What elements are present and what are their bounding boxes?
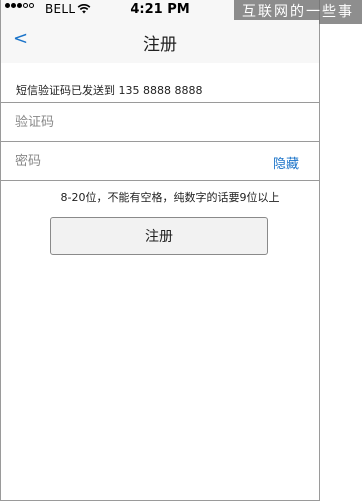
phone-screen: BELL 4:21 PM 互联网的一些事 < 注册 短信验证码已发送到 135 …: [0, 0, 362, 501]
frame-right-border: [319, 0, 320, 501]
verification-code-row: [1, 103, 319, 141]
password-row: 隐藏: [1, 142, 319, 180]
password-rule-hint: 8-20位，不能有空格，纯数字的话要9位以上: [60, 191, 280, 204]
verification-code-input[interactable]: [15, 103, 255, 141]
page-title: 注册: [143, 35, 177, 55]
password-input[interactable]: [15, 142, 255, 180]
hide-password-toggle[interactable]: 隐藏: [273, 153, 299, 172]
frame-left-border: [0, 0, 1, 501]
nav-bar: < 注册: [1, 20, 319, 63]
register-button[interactable]: 注册: [50, 217, 268, 255]
sms-sent-notice: 短信验证码已发送到 135 8888 8888: [16, 84, 203, 97]
divider: [1, 180, 319, 181]
